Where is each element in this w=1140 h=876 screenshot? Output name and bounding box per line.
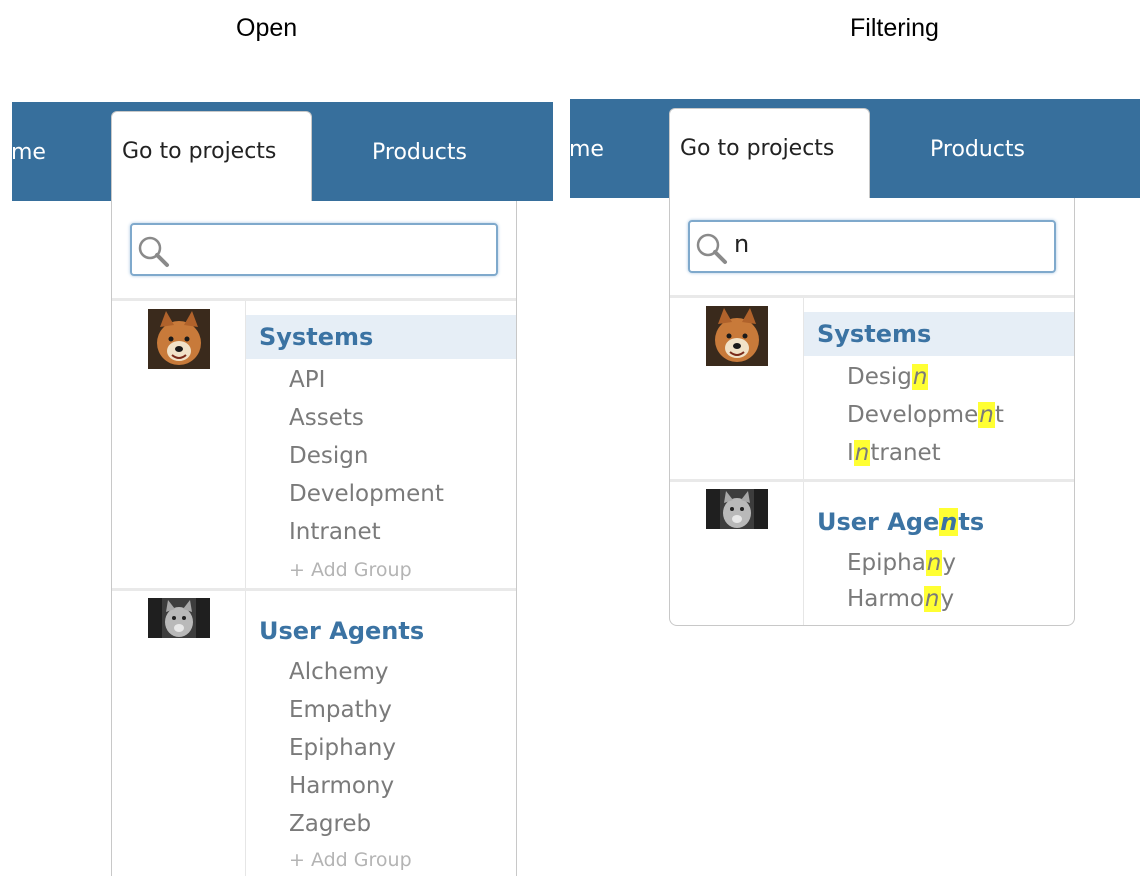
group-title-user-agents[interactable]: User Agents xyxy=(804,500,1074,544)
projects-dropdown: Systems API Assets Design Development In… xyxy=(111,201,517,876)
projects-dropdown: n Systems Design Development Intranet Us… xyxy=(669,198,1075,626)
tab-go-to-projects[interactable]: Go to projects xyxy=(111,111,312,203)
match-highlight: n xyxy=(978,402,995,428)
search-value: n xyxy=(734,230,750,258)
shiba-dog-avatar xyxy=(148,309,210,369)
gray-cat-avatar xyxy=(148,598,210,638)
project-item-assets[interactable]: Assets xyxy=(289,405,364,431)
project-item-zagreb[interactable]: Zagreb xyxy=(289,811,371,837)
add-group-link[interactable]: + Add Group xyxy=(289,849,412,871)
nav-item-partial[interactable]: me xyxy=(11,140,46,165)
search-icon xyxy=(696,233,727,264)
project-group-user-agents: User Agents Epiphany Harmony xyxy=(670,479,1074,625)
project-item-empathy[interactable]: Empathy xyxy=(289,697,392,723)
project-item-design[interactable]: Design xyxy=(847,364,929,390)
project-group-systems: Systems API Assets Design Development In… xyxy=(112,298,516,588)
project-item-harmony[interactable]: Harmony xyxy=(289,773,394,799)
filtering-state-panel: me Products Go to projects n Systems Des… xyxy=(569,0,1140,876)
project-group-user-agents: User Agents Alchemy Empathy Epiphany Har… xyxy=(112,588,516,876)
project-item-intranet[interactable]: Intranet xyxy=(289,519,381,545)
project-item-design[interactable]: Design xyxy=(289,443,368,469)
project-item-development[interactable]: Development xyxy=(289,481,444,507)
search-input[interactable] xyxy=(130,223,498,276)
project-item-epiphany[interactable]: Epiphany xyxy=(847,550,956,576)
project-item-epiphany[interactable]: Epiphany xyxy=(289,735,396,761)
shiba-dog-avatar xyxy=(706,306,768,366)
project-item-api[interactable]: API xyxy=(289,367,325,393)
project-item-intranet[interactable]: Intranet xyxy=(847,440,941,466)
open-state-panel: me Products Go to projects Systems API A… xyxy=(11,0,553,876)
group-title-systems[interactable]: Systems xyxy=(246,315,516,359)
add-group-link[interactable]: + Add Group xyxy=(289,559,412,581)
search-input[interactable]: n xyxy=(688,220,1056,273)
match-highlight: n xyxy=(925,550,943,576)
gray-cat-avatar xyxy=(706,489,768,529)
project-group-systems: Systems Design Development Intranet xyxy=(670,295,1074,479)
project-item-alchemy[interactable]: Alchemy xyxy=(289,659,389,685)
search-icon xyxy=(138,236,169,267)
match-highlight: n xyxy=(911,364,929,390)
nav-item-products[interactable]: Products xyxy=(930,137,1025,162)
match-highlight: n xyxy=(923,586,941,612)
project-item-development[interactable]: Development xyxy=(847,402,1004,428)
nav-item-partial[interactable]: me xyxy=(569,137,604,162)
match-highlight: n xyxy=(939,508,959,536)
tab-go-to-projects[interactable]: Go to projects xyxy=(669,108,870,200)
project-item-harmony[interactable]: Harmony xyxy=(847,586,954,612)
group-title-systems[interactable]: Systems xyxy=(804,312,1074,356)
group-title-user-agents[interactable]: User Agents xyxy=(246,609,516,653)
match-highlight: n xyxy=(853,440,871,466)
nav-item-products[interactable]: Products xyxy=(372,140,467,165)
